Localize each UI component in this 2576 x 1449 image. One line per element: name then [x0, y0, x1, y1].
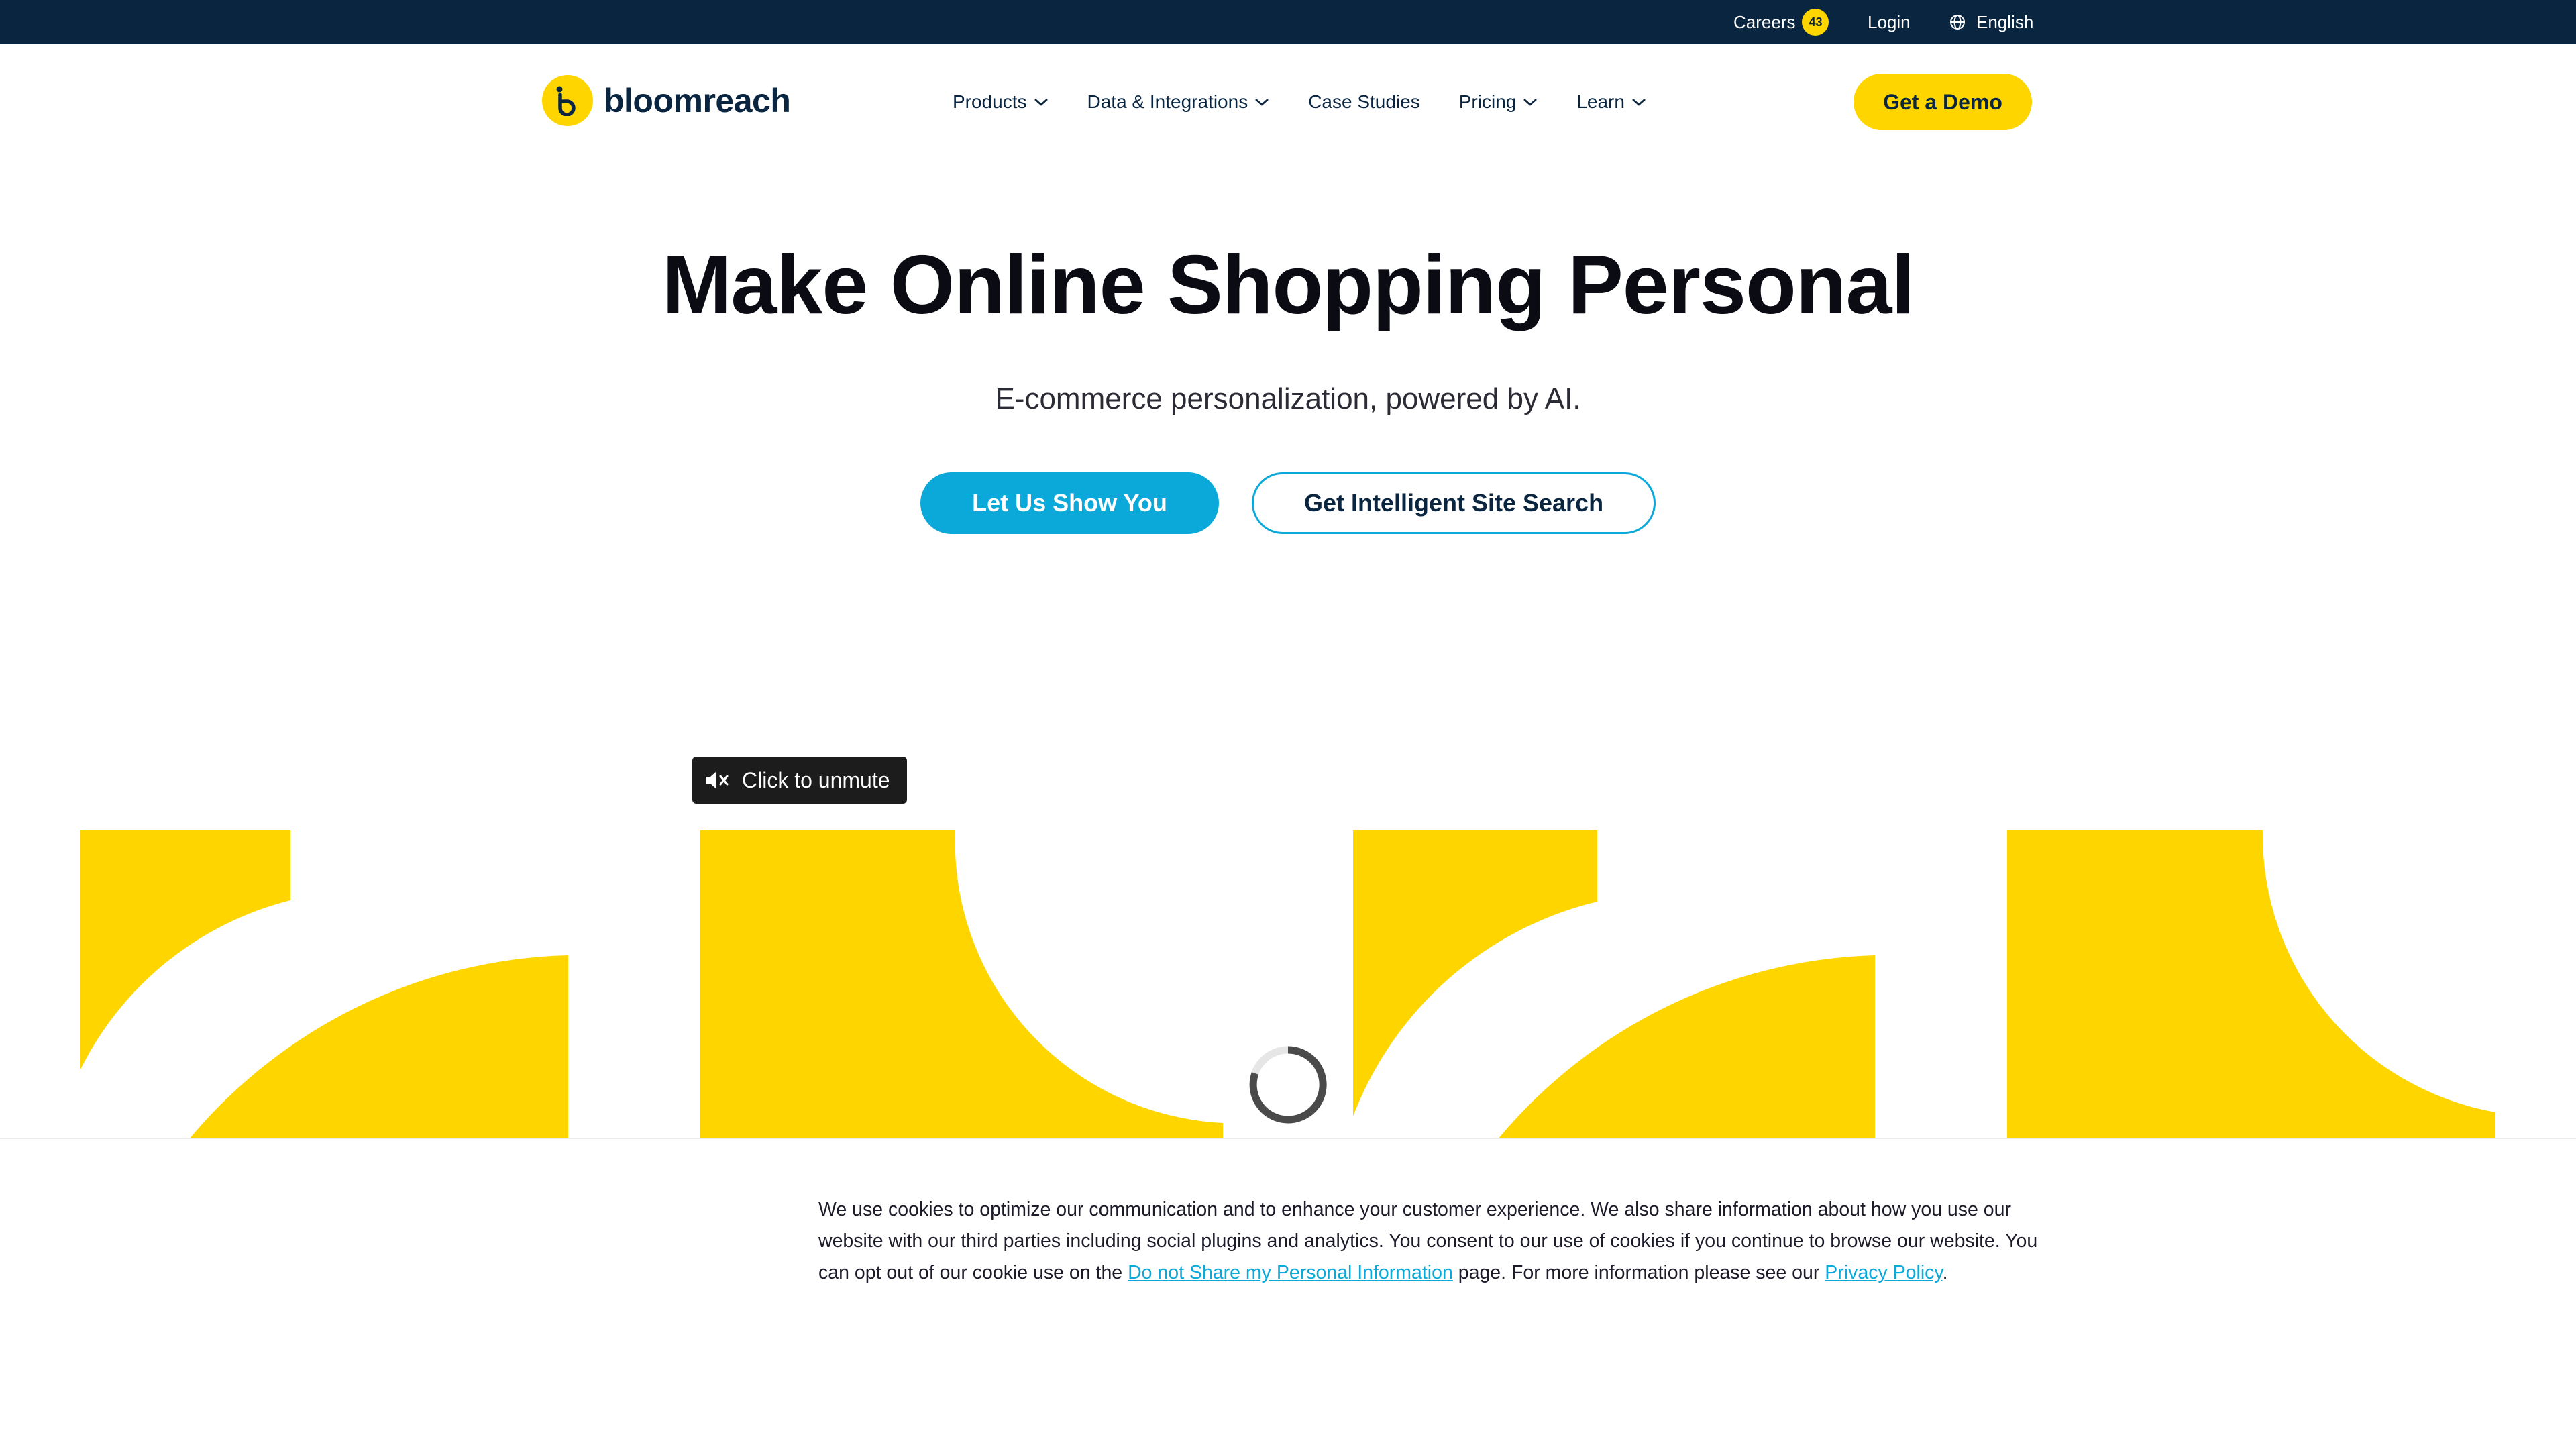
- nav-item-label: Learn: [1576, 91, 1625, 112]
- get-a-demo-button[interactable]: Get a Demo: [1854, 74, 2032, 130]
- bloomreach-logo-icon: [542, 75, 593, 126]
- nav-item-label: Data & Integrations: [1087, 91, 1248, 112]
- loading-spinner-icon: [1249, 1046, 1327, 1124]
- hero-subtitle: E-commerce personalization, powered by A…: [995, 382, 1581, 415]
- nav-item-label: Pricing: [1458, 91, 1517, 112]
- yellow-shape: [1498, 955, 1875, 1139]
- nav-item-label: Case Studies: [1308, 91, 1420, 112]
- yellow-shape: [80, 830, 290, 1069]
- cookie-text-part: .: [1942, 1262, 1948, 1283]
- nav-item-products[interactable]: Products: [953, 91, 1049, 113]
- language-label: English: [1976, 11, 2034, 32]
- nav-item-pricing[interactable]: Pricing: [1459, 91, 1538, 113]
- let-us-show-you-button[interactable]: Let Us Show You: [920, 472, 1219, 534]
- login-link[interactable]: Login: [1868, 0, 1911, 44]
- unmute-label: Click to unmute: [742, 767, 890, 792]
- yellow-shape: [1353, 830, 1597, 1116]
- cookie-banner: We use cookies to optimize our communica…: [0, 1138, 2576, 1449]
- yellow-shape: [2007, 830, 2496, 1139]
- careers-count-badge: 43: [1802, 9, 1829, 36]
- nav-item-label: Products: [953, 91, 1027, 112]
- nav-item-case-studies[interactable]: Case Studies: [1308, 91, 1420, 113]
- chevron-down-icon: [1523, 99, 1538, 106]
- brand-logo[interactable]: bloomreach: [542, 74, 791, 127]
- do-not-share-link[interactable]: Do not Share my Personal Information: [1128, 1262, 1453, 1283]
- unmute-button[interactable]: Click to unmute: [692, 757, 907, 804]
- main-nav: Products Data & Integrations Case Studie…: [953, 89, 1685, 115]
- language-selector[interactable]: English: [1949, 0, 2033, 44]
- cookie-notice-text: We use cookies to optimize our communica…: [818, 1194, 2053, 1289]
- chevron-down-icon: [1255, 99, 1269, 106]
- cookie-text-part: page. For more information please see ou…: [1452, 1262, 1825, 1283]
- top-utility-bar: Careers 43 Login English: [0, 0, 2576, 44]
- chevron-down-icon: [1034, 99, 1048, 106]
- get-intelligent-site-search-button[interactable]: Get Intelligent Site Search: [1252, 472, 1656, 534]
- nav-item-learn[interactable]: Learn: [1576, 91, 1646, 113]
- globe-icon: [1950, 15, 1965, 30]
- hero-title: Make Online Shopping Personal: [662, 239, 1915, 331]
- nav-item-data-integrations[interactable]: Data & Integrations: [1087, 91, 1270, 113]
- privacy-policy-link[interactable]: Privacy Policy: [1825, 1262, 1942, 1283]
- yellow-shape: [189, 955, 568, 1139]
- careers-label: Careers: [1733, 11, 1796, 32]
- speaker-muted-icon: [706, 771, 729, 789]
- brand-name: bloomreach: [604, 82, 791, 119]
- main-header: bloomreach Products Data & Integrations …: [0, 44, 2576, 158]
- chevron-down-icon: [1632, 99, 1646, 106]
- careers-link[interactable]: Careers 43: [1733, 0, 1829, 44]
- yellow-shape: [700, 830, 1223, 1139]
